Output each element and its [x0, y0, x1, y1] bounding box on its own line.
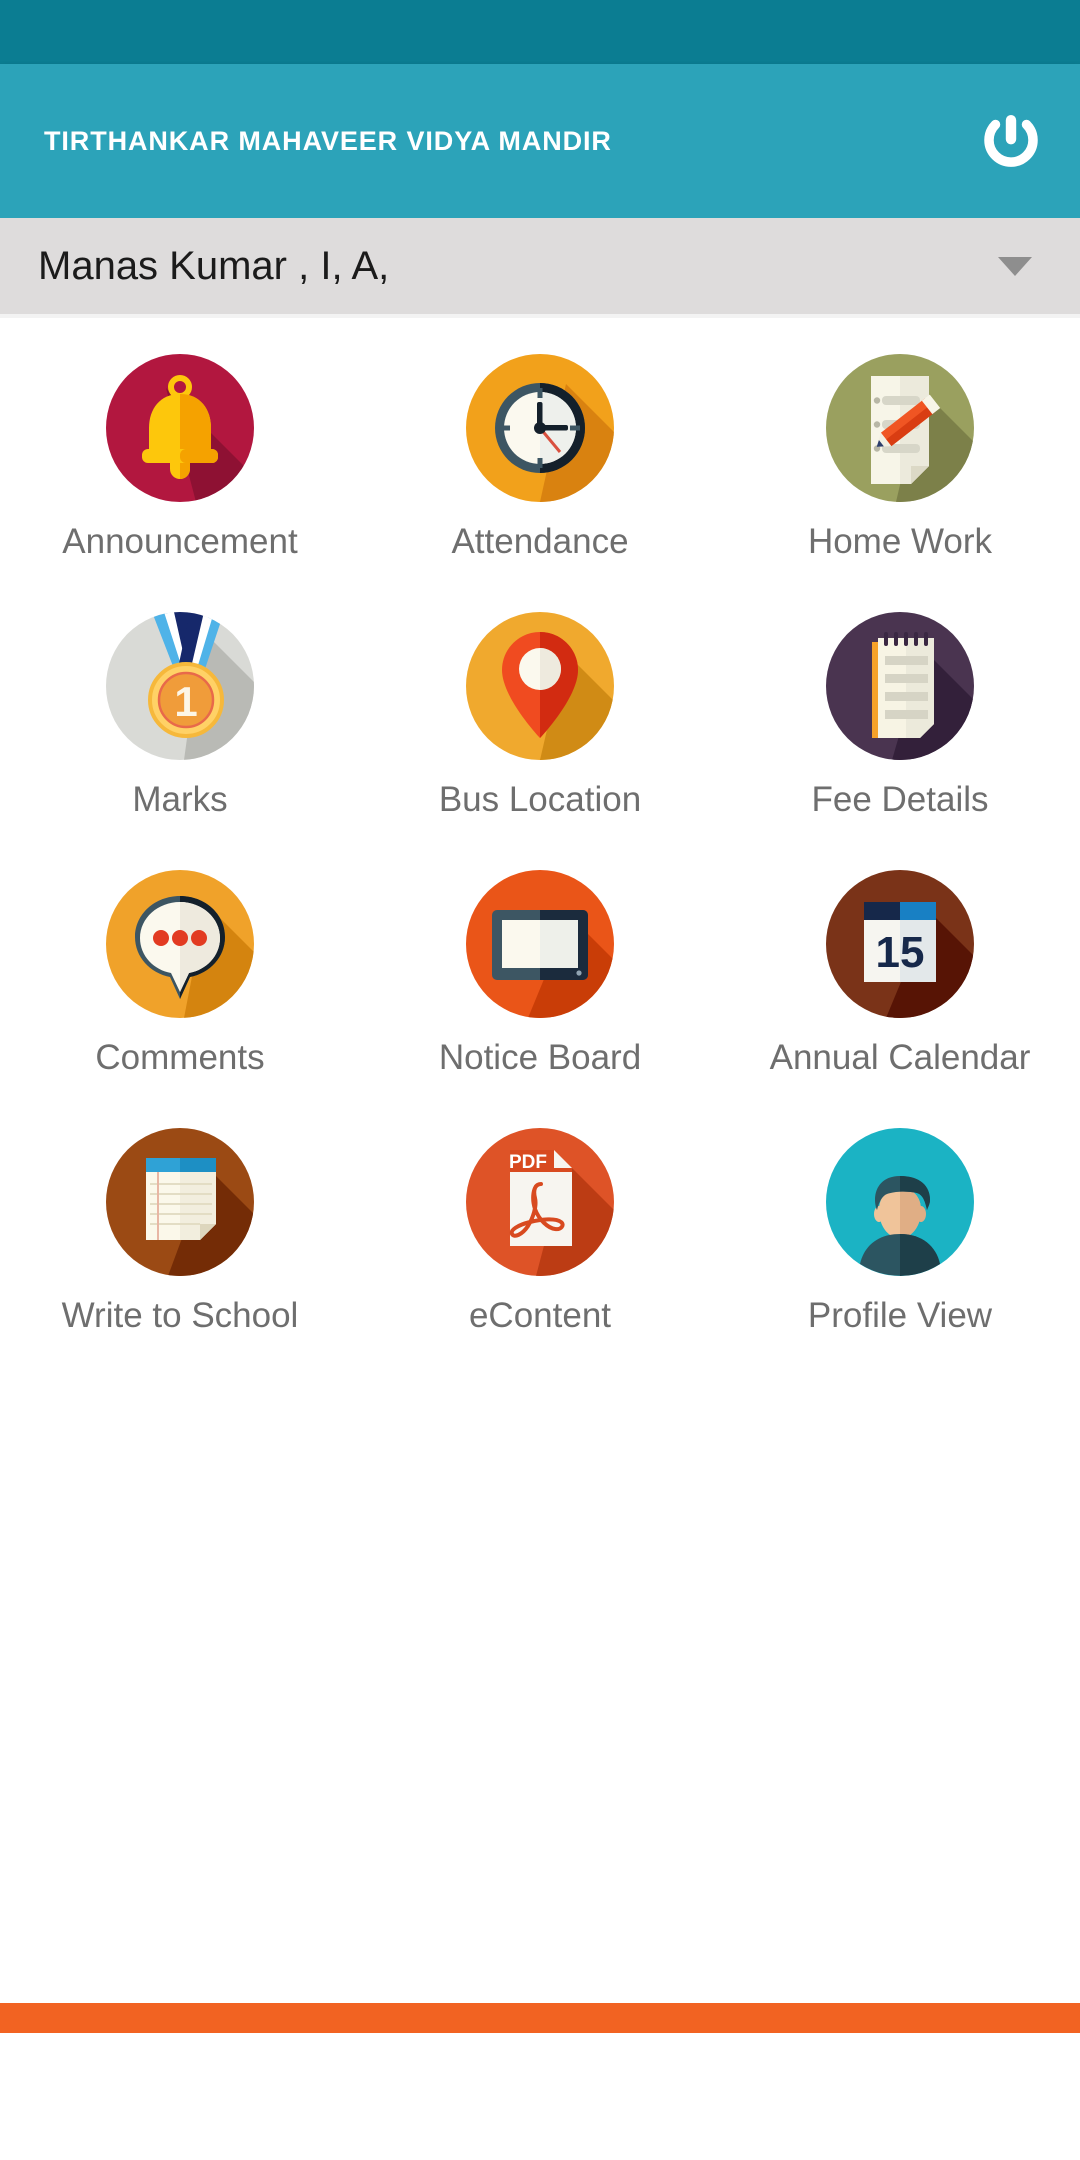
menu-item-bus-location[interactable]: Bus Location [360, 604, 720, 862]
medal-number: 1 [174, 678, 197, 725]
clock-icon [466, 354, 614, 502]
menu-item-announcement[interactable]: Announcement [0, 346, 360, 604]
map-pin-icon [466, 612, 614, 760]
menu-item-label: Profile View [807, 1296, 993, 1335]
chevron-down-icon[interactable] [998, 256, 1032, 276]
app-root: TIRTHANKAR MAHAVEER VIDYA MANDIR Manas K… [0, 0, 1080, 2160]
menu-item-comments[interactable]: Comments [0, 862, 360, 1120]
menu-item-label: Marks [132, 780, 228, 819]
avatar-icon [826, 1128, 974, 1276]
menu-item-attendance[interactable]: Attendance [360, 346, 720, 604]
menu-item-econtent[interactable]: PDF eContent [360, 1120, 720, 1378]
pdf-file-icon: PDF [466, 1128, 614, 1276]
menu-item-label: Announcement [62, 522, 298, 561]
bell-icon [106, 354, 254, 502]
board-icon [466, 870, 614, 1018]
bottom-accent-bar [0, 2003, 1080, 2033]
menu-item-label: Write to School [61, 1296, 299, 1335]
menu-item-homework[interactable]: Home Work [720, 346, 1080, 604]
menu-grid: Announcement Attendance Home Work 1 Mark… [0, 346, 1080, 1378]
power-icon[interactable] [972, 102, 1050, 180]
menu-item-notice-board[interactable]: Notice Board [360, 862, 720, 1120]
calendar-day: 15 [876, 928, 925, 977]
menu-item-label: Attendance [451, 522, 629, 561]
menu-item-label: Fee Details [811, 780, 989, 819]
status-bar [0, 0, 1080, 64]
note-lined-icon [106, 1128, 254, 1276]
menu-item-label: Notice Board [438, 1038, 642, 1077]
menu-item-fee-details[interactable]: Fee Details [720, 604, 1080, 862]
document-pencil-icon [826, 354, 974, 502]
menu-item-write-to-school[interactable]: Write to School [0, 1120, 360, 1378]
menu-item-label: Annual Calendar [769, 1038, 1031, 1077]
app-bar: TIRTHANKAR MAHAVEER VIDYA MANDIR [0, 64, 1080, 218]
menu-item-label: eContent [468, 1296, 612, 1335]
calendar-icon: 15 [826, 870, 974, 1018]
pdf-label: PDF [509, 1152, 547, 1173]
menu-item-label: Home Work [807, 522, 993, 561]
menu-item-label: Comments [95, 1038, 265, 1077]
speech-bubble-icon [106, 870, 254, 1018]
menu-item-annual-calendar[interactable]: 15 Annual Calendar [720, 862, 1080, 1120]
medal-icon: 1 [106, 612, 254, 760]
app-title: TIRTHANKAR MAHAVEER VIDYA MANDIR [44, 125, 612, 156]
student-selector[interactable]: Manas Kumar , I, A, [0, 218, 1080, 314]
notepad-icon [826, 612, 974, 760]
spinner-divider [0, 314, 1080, 318]
menu-item-label: Bus Location [438, 780, 642, 819]
menu-item-profile-view[interactable]: Profile View [720, 1120, 1080, 1378]
student-selector-value: Manas Kumar , I, A, [38, 243, 390, 288]
menu-item-marks[interactable]: 1 Marks [0, 604, 360, 862]
